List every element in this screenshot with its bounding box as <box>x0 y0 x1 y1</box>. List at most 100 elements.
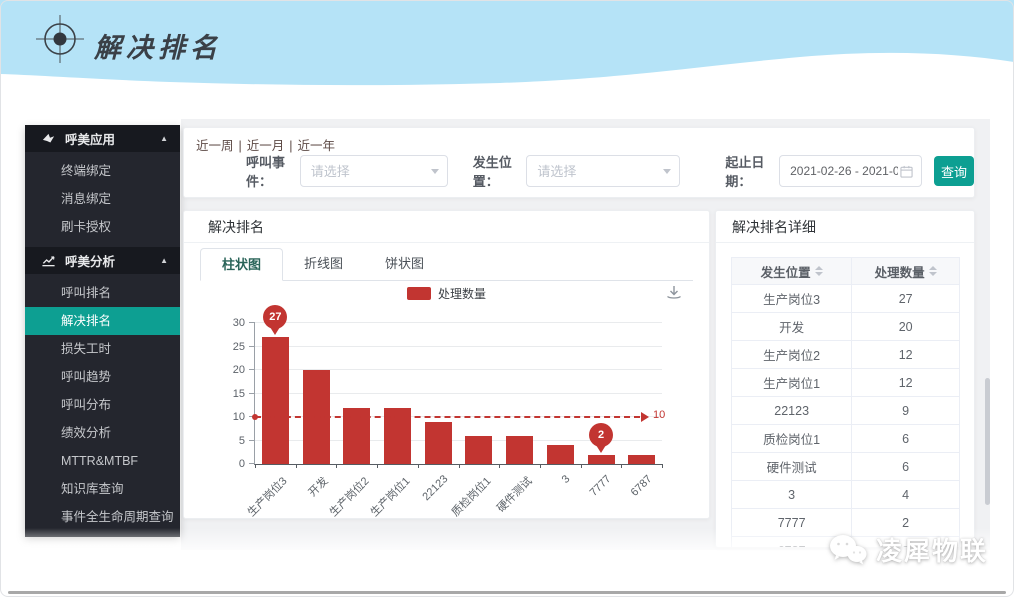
cell-location: 22123 <box>732 397 852 424</box>
call-event-select[interactable] <box>300 155 448 187</box>
x-axis-label: 22123 <box>421 473 451 503</box>
query-button[interactable]: 查询 <box>934 156 974 186</box>
call-event-label: 呼叫事件： <box>246 152 294 190</box>
table-body: 生产岗位327开发20生产岗位212生产岗位112221239质检岗位16硬件测… <box>732 285 959 548</box>
sort-icon[interactable] <box>929 266 937 276</box>
y-axis-label: 25 <box>233 341 245 353</box>
cell-count: 12 <box>852 341 959 368</box>
scrollbar-thumb[interactable] <box>985 378 990 505</box>
cell-count: 27 <box>852 285 959 312</box>
tab-饼状图[interactable]: 饼状图 <box>364 248 445 280</box>
chevron-down-icon <box>663 169 671 174</box>
watermark-text: 凌犀物联 <box>876 531 988 568</box>
legend-swatch <box>407 287 431 300</box>
app-icon <box>41 131 56 146</box>
x-axis-label: 硬件测试 <box>492 473 534 515</box>
sidebar-item[interactable]: 事件全生命周期查询 <box>25 503 180 531</box>
table-row[interactable]: 生产岗位112 <box>732 369 959 397</box>
chart-legend[interactable]: 处理数量 <box>184 285 709 302</box>
sidebar-item[interactable]: 刷卡授权 <box>25 213 180 241</box>
location-select[interactable] <box>526 155 680 187</box>
separator: | <box>289 139 292 153</box>
x-axis-tick <box>662 464 663 468</box>
wechat-icon <box>828 533 868 567</box>
download-icon[interactable] <box>665 283 683 301</box>
y-axis-tick <box>249 322 255 323</box>
detail-panel-title: 解决排名详细 <box>716 211 974 243</box>
app-window: 解决排名 呼美应用▲终端绑定消息绑定刷卡授权呼美分析▲呼叫排名解决排名损失工时呼… <box>0 0 1014 597</box>
page-title: 解决排名 <box>94 26 222 65</box>
quick-range-link[interactable]: 近一月 <box>247 139 285 153</box>
bar[interactable] <box>588 455 615 464</box>
markpoint-pin: 2 <box>589 423 613 447</box>
cell-count: 6 <box>852 425 959 452</box>
table-row[interactable]: 质检岗位16 <box>732 425 959 453</box>
sidebar-item[interactable]: 呼叫趋势 <box>25 363 180 391</box>
sidebar-item[interactable]: 绩效分析 <box>25 419 180 447</box>
tab-柱状图[interactable]: 柱状图 <box>200 248 283 281</box>
x-axis-label: 生产岗位2 <box>325 473 372 520</box>
bar-chart-plot: 051015202530生产岗位3开发生产岗位2生产岗位122123质检岗位1硬… <box>254 323 662 465</box>
x-axis-label: 生产岗位3 <box>244 473 291 520</box>
cell-location: 生产岗位2 <box>732 341 852 368</box>
table-row[interactable]: 生产岗位327 <box>732 285 959 313</box>
column-header-location[interactable]: 发生位置 <box>732 258 852 284</box>
tab-折线图[interactable]: 折线图 <box>283 248 364 280</box>
sort-icon[interactable] <box>815 266 823 276</box>
detail-panel: 解决排名详细 发生位置 处理数量 生产岗位327开发20生产岗位212生产岗位1… <box>715 210 975 548</box>
cell-location: 质检岗位1 <box>732 425 852 452</box>
bar[interactable] <box>506 436 533 464</box>
sidebar-item[interactable]: 知识库查询 <box>25 475 180 503</box>
sidebar-item[interactable]: MTTR&MTBF <box>25 447 180 475</box>
x-axis-label: 开发 <box>305 473 332 500</box>
chart-tabs: 柱状图折线图饼状图 <box>200 248 693 281</box>
sidebar-section-header[interactable]: 呼美分析▲ <box>25 247 180 274</box>
y-axis-label: 5 <box>239 435 245 447</box>
date-range-picker[interactable] <box>779 155 922 187</box>
x-axis-tick <box>581 464 582 468</box>
bar[interactable] <box>628 455 655 464</box>
sidebar-item[interactable]: 消息绑定 <box>25 185 180 213</box>
x-axis-tick <box>459 464 460 468</box>
x-axis-tick <box>540 464 541 468</box>
sidebar-item[interactable]: 呼叫排名 <box>25 279 180 307</box>
bar[interactable] <box>262 337 289 464</box>
x-axis-label: 7777 <box>588 473 614 499</box>
markpoint-pin: 27 <box>263 305 287 329</box>
cell-location: 生产岗位1 <box>732 369 852 396</box>
table-row[interactable]: 221239 <box>732 397 959 425</box>
legend-label: 处理数量 <box>438 285 486 302</box>
y-axis-tick <box>249 393 255 394</box>
bar[interactable] <box>425 422 452 464</box>
x-axis-label: 6787 <box>628 473 654 499</box>
call-event-select-input[interactable] <box>309 163 427 180</box>
x-axis-tick <box>296 464 297 468</box>
date-range-label: 起止日期： <box>725 152 773 190</box>
bar[interactable] <box>547 445 574 464</box>
gridline <box>255 322 662 323</box>
table-row[interactable]: 生产岗位212 <box>732 341 959 369</box>
column-header-count[interactable]: 处理数量 <box>852 258 959 284</box>
cell-count: 4 <box>852 481 959 508</box>
sidebar-section-header[interactable]: 呼美应用▲ <box>25 125 180 152</box>
markline <box>255 416 640 418</box>
table-row[interactable]: 34 <box>732 481 959 509</box>
sidebar-item[interactable]: 损失工时 <box>25 335 180 363</box>
sidebar-item[interactable]: 呼叫分布 <box>25 391 180 419</box>
quick-range-link[interactable]: 近一年 <box>298 139 336 153</box>
bar[interactable] <box>465 436 492 464</box>
table-row[interactable]: 硬件测试6 <box>732 453 959 481</box>
x-axis-tick <box>377 464 378 468</box>
location-select-input[interactable] <box>535 163 659 180</box>
sidebar-item[interactable]: 解决排名 <box>25 307 180 335</box>
markline-label: 10 <box>653 409 665 421</box>
x-axis-label: 质检岗位1 <box>447 473 494 520</box>
window-bottom-edge <box>8 591 1006 594</box>
cell-count: 9 <box>852 397 959 424</box>
sidebar-item[interactable]: 终端绑定 <box>25 157 180 185</box>
date-range-input[interactable] <box>788 163 900 179</box>
quick-range-link[interactable]: 近一周 <box>196 139 234 153</box>
chevron-up-icon[interactable]: ▲ <box>160 134 168 143</box>
table-row[interactable]: 开发20 <box>732 313 959 341</box>
chevron-up-icon[interactable]: ▲ <box>160 256 168 265</box>
